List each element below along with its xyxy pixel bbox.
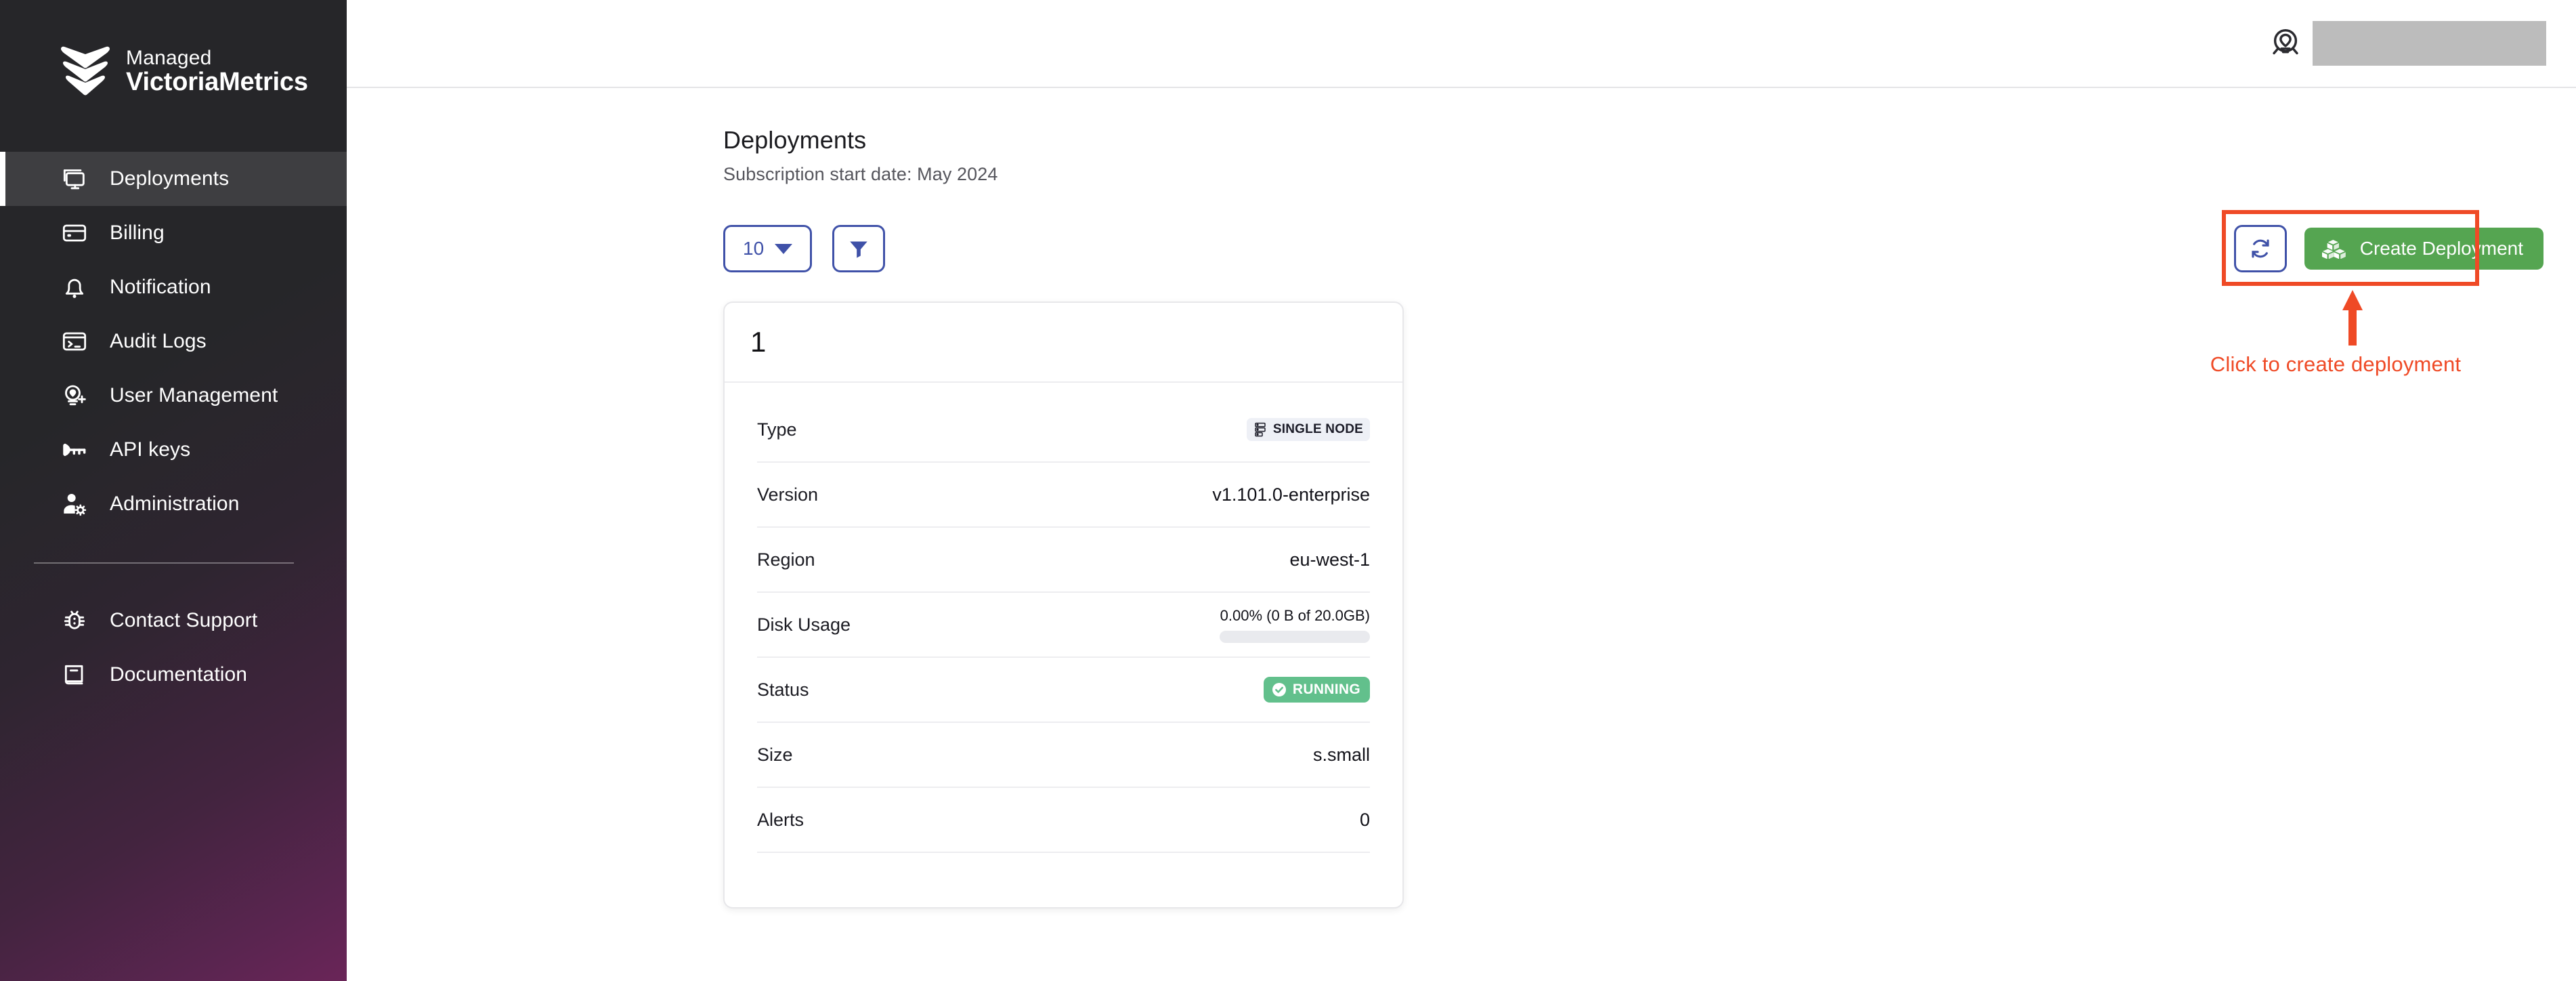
sidebar-item-label: Billing [110, 222, 165, 244]
type-badge: SINGLE NODE [1246, 418, 1370, 441]
create-deployment-label: Create Deployment [2359, 238, 2523, 259]
annotation-text: Click to create deployment [2210, 352, 2462, 376]
boxes-icon [2321, 238, 2346, 259]
deployment-row-status: Status RUNNING [757, 658, 1370, 723]
sidebar-item-label: Contact Support [110, 609, 258, 631]
sidebar-item-label: Documentation [110, 663, 248, 686]
sidebar-item-label: User Management [110, 384, 278, 406]
row-label: Disk Usage [757, 614, 851, 635]
toolbar-left-group: 10 [723, 225, 886, 272]
main-area: Deployments Subscription start date: May… [347, 0, 2576, 981]
row-label: Version [757, 484, 819, 505]
disk-usage-meter: 0.00% (0 B of 20.0GB) [1220, 607, 1370, 643]
bell-icon [60, 272, 89, 302]
refresh-icon [2249, 237, 2272, 260]
app-root: Managed VictoriaMetrics Deployments Bill… [0, 0, 2576, 981]
bug-icon [60, 606, 89, 635]
row-label: Status [757, 679, 809, 700]
sidebar-item-label: Deployments [110, 167, 230, 190]
deployment-name: 1 [750, 326, 767, 358]
disk-usage-text: 0.00% (0 B of 20.0GB) [1220, 606, 1370, 624]
subscription-start-date: Subscription start date: May 2024 [723, 164, 998, 184]
sidebar-item-label: Notification [110, 276, 211, 298]
status-badge-label: RUNNING [1292, 682, 1360, 697]
row-label: Type [757, 419, 797, 440]
sidebar-item-notification[interactable]: Notification [0, 260, 347, 314]
sidebar: Managed VictoriaMetrics Deployments Bill… [0, 0, 347, 981]
status-badge: RUNNING [1263, 677, 1370, 703]
page-size-value: 10 [743, 238, 765, 259]
toolbar-right-group: Create Deployment Click to create deploy… [2210, 210, 2543, 376]
annotation-arrow-icon [2339, 290, 2366, 346]
account-menu[interactable] [2268, 21, 2546, 66]
sidebar-divider [34, 562, 294, 564]
user-add-icon [60, 381, 89, 411]
row-value: 0 [1359, 809, 1370, 830]
deployment-card-header: 1 [725, 303, 1402, 383]
user-gear-icon [60, 489, 89, 519]
sidebar-item-documentation[interactable]: Documentation [0, 648, 347, 702]
monitor-icon [60, 164, 89, 194]
brand-line-2: VictoriaMetrics [126, 67, 308, 96]
disk-usage-progressbar [1220, 630, 1370, 643]
page-header: Deployments Subscription start date: May… [347, 88, 2576, 185]
deployment-row-version: Version v1.101.0-enterprise [757, 463, 1370, 528]
create-deployment-button[interactable]: Create Deployment [2304, 228, 2543, 270]
sidebar-item-label: Administration [110, 493, 240, 515]
sidebar-item-deployments[interactable]: Deployments [0, 152, 347, 206]
brand-line-1: Managed [126, 46, 212, 69]
sidebar-item-api-keys[interactable]: API keys [0, 423, 347, 477]
sidebar-item-label: Audit Logs [110, 330, 207, 352]
victoriametrics-logo-icon [60, 45, 111, 99]
top-header [347, 0, 2576, 88]
deployment-row-alerts: Alerts 0 [757, 788, 1370, 853]
deployment-row-disk-usage: Disk Usage 0.00% (0 B of 20.0GB) [757, 593, 1370, 658]
credit-card-icon [60, 218, 89, 248]
row-value: s.small [1312, 744, 1370, 765]
sidebar-item-label: API keys [110, 438, 191, 461]
account-name-redacted [2313, 21, 2546, 66]
deployment-card-body: Type SINGLE NODE Version v1.101.0-enterp… [725, 383, 1402, 907]
key-icon [60, 435, 89, 465]
page-title: Deployments [723, 126, 867, 154]
toolbar: 10 Create Deployment Click to create dep… [347, 210, 2576, 376]
row-label: Region [757, 549, 815, 570]
brand-logo[interactable]: Managed VictoriaMetrics [0, 0, 347, 117]
terminal-icon [60, 327, 89, 356]
sidebar-nav: Deployments Billing Notification Audit L… [0, 152, 347, 702]
refresh-button[interactable] [2233, 225, 2287, 272]
sidebar-item-administration[interactable]: Administration [0, 477, 347, 531]
deployment-card[interactable]: 1 Type SINGLE NODE Version v1.101.0-ente… [723, 301, 1404, 909]
check-circle-icon [1271, 682, 1287, 698]
sidebar-item-billing[interactable]: Billing [0, 206, 347, 260]
book-icon [60, 660, 89, 690]
row-label: Size [757, 744, 793, 765]
deployment-row-region: Region eu-west-1 [757, 528, 1370, 593]
type-badge-label: SINGLE NODE [1272, 422, 1363, 436]
sidebar-item-contact-support[interactable]: Contact Support [0, 593, 347, 648]
row-value: v1.101.0-enterprise [1212, 484, 1370, 505]
filter-button[interactable] [832, 225, 886, 272]
row-label: Alerts [757, 809, 804, 830]
page-content: Deployments Subscription start date: May… [347, 88, 2576, 981]
chevron-down-icon [775, 243, 793, 254]
sidebar-item-user-management[interactable]: User Management [0, 369, 347, 423]
row-value: eu-west-1 [1289, 549, 1370, 570]
deployment-row-size: Size s.small [757, 723, 1370, 788]
account-shield-icon [2268, 26, 2303, 61]
page-size-dropdown[interactable]: 10 [723, 225, 813, 272]
sidebar-item-audit-logs[interactable]: Audit Logs [0, 314, 347, 369]
server-icon [1253, 422, 1267, 437]
deployment-row-type: Type SINGLE NODE [757, 398, 1370, 463]
funnel-icon [847, 237, 870, 260]
